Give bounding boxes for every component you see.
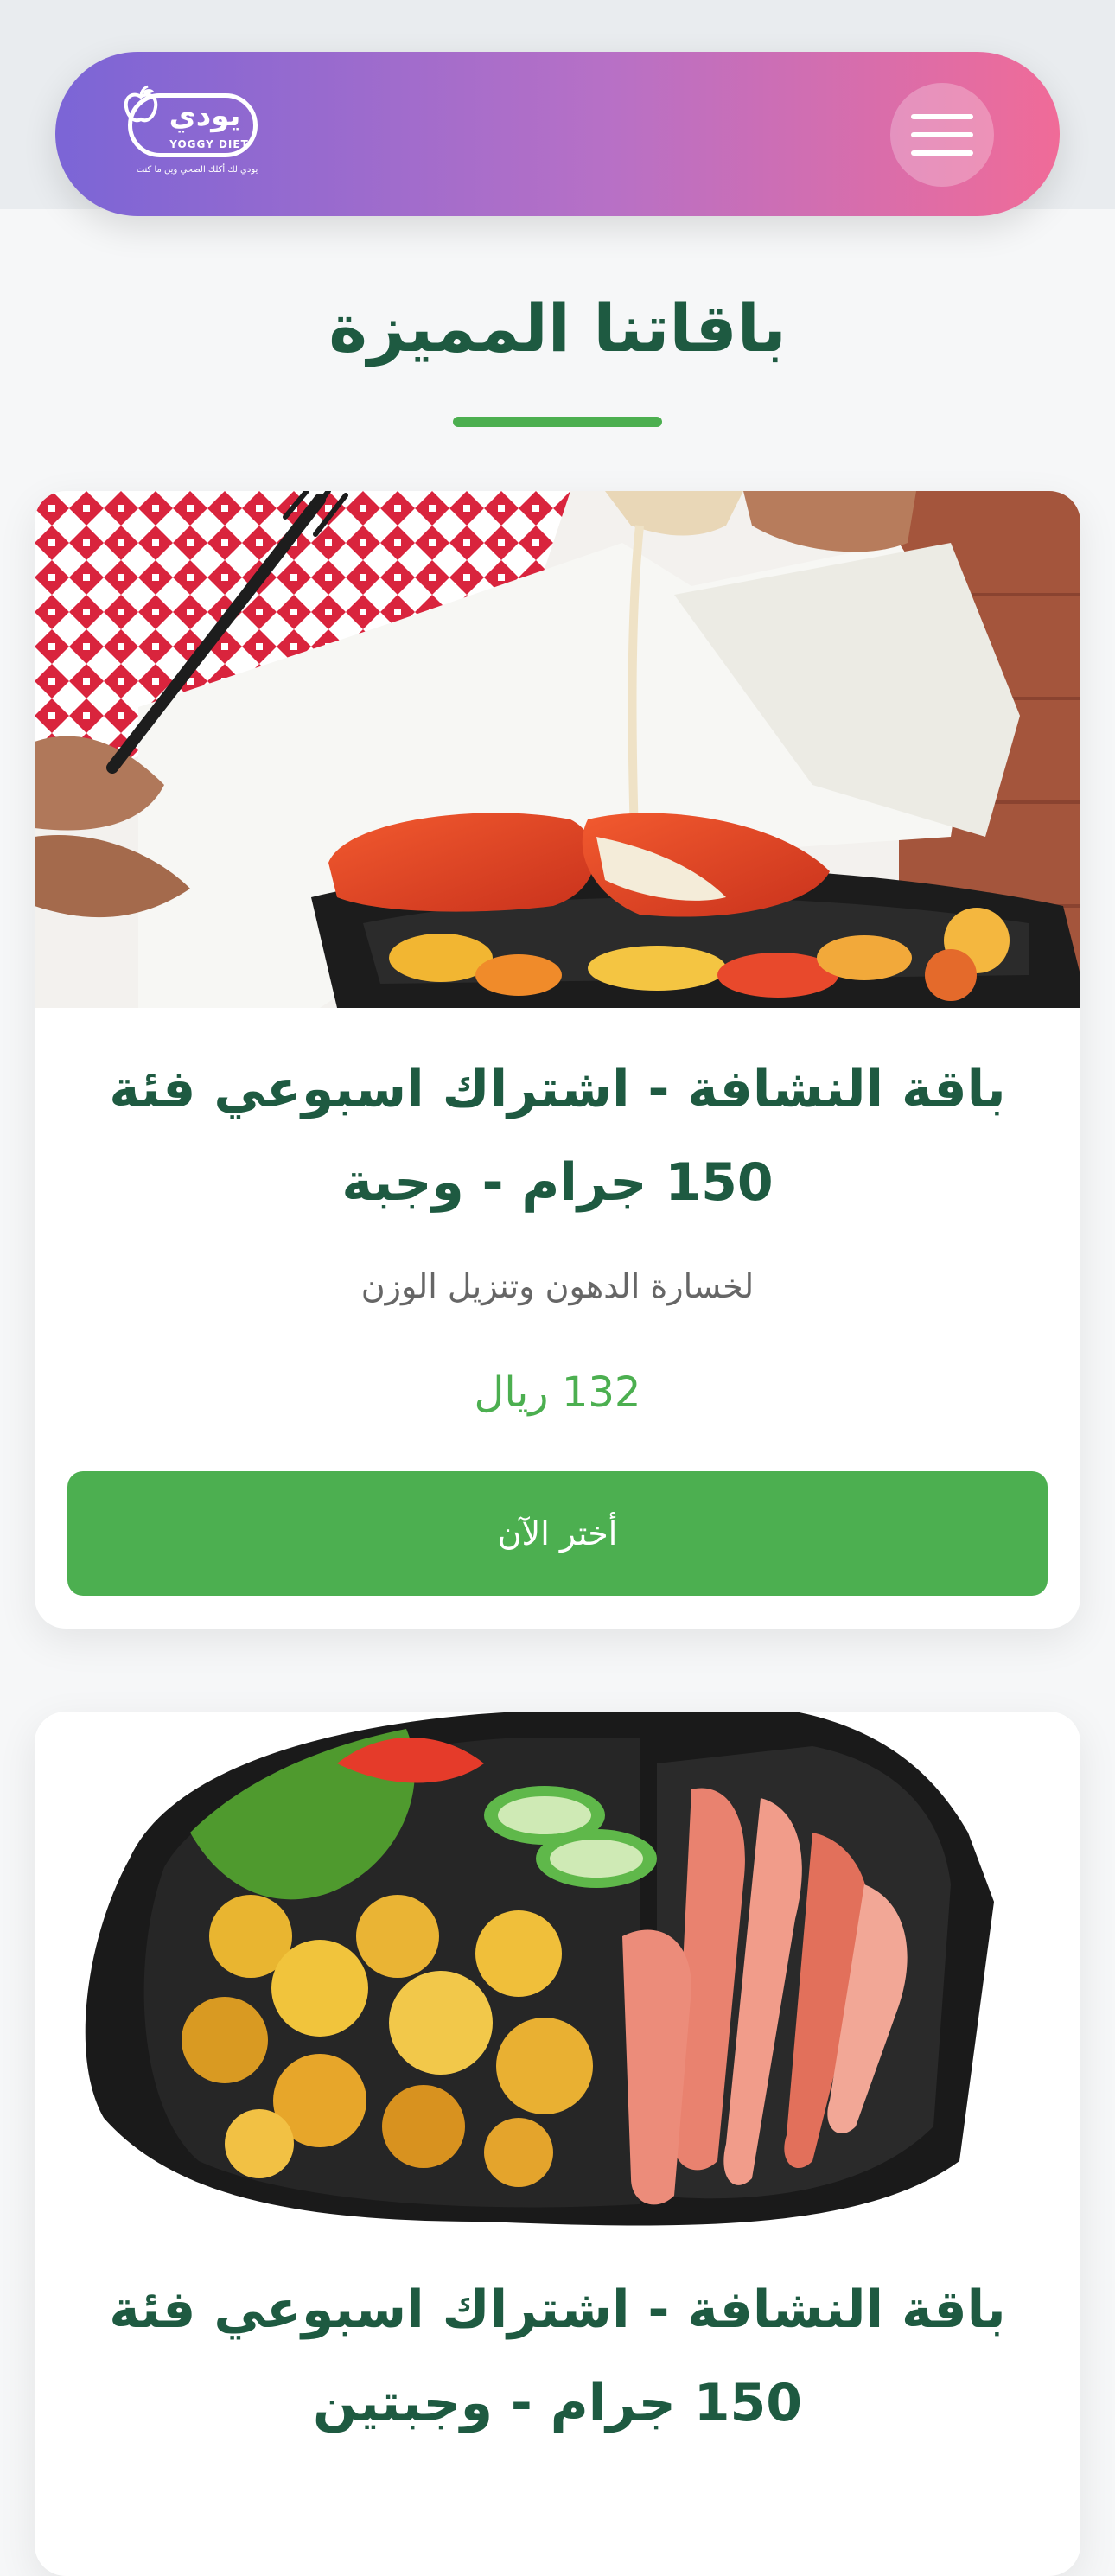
- logo-brand-english: YOGGY DIET: [169, 138, 249, 150]
- package-card: باقة النشافة - اشتراك اسبوعي فئة 150 جرا…: [35, 491, 1080, 1629]
- package-image: [35, 491, 1080, 1008]
- apple-icon: [124, 85, 158, 123]
- title-underline: [453, 417, 662, 427]
- site-logo[interactable]: يودي YOGGY DIET يودي لك أكلك الصحي وين م…: [119, 85, 275, 187]
- package-card: باقة النشافة - اشتراك اسبوعي فئة 150 جرا…: [35, 1712, 1080, 2576]
- package-description: لخسارة الدهون وتنزيل الوزن: [360, 1267, 755, 1305]
- logo-brand-arabic: يودي: [169, 99, 241, 133]
- package-image: [35, 1712, 1080, 2228]
- menu-toggle-button[interactable]: [890, 83, 994, 187]
- logo-tagline: يودي لك أكلك الصحي وين ما كنت: [136, 165, 258, 175]
- choose-package-button[interactable]: أختر الآن: [67, 1471, 1048, 1596]
- package-title: باقة النشافة - اشتراك اسبوعي فئة 150 جرا…: [109, 2280, 1006, 2433]
- package-price: 132 ريال: [474, 1368, 641, 1417]
- section-title: باقاتنا المميزة: [328, 290, 787, 367]
- package-title: باقة النشافة - اشتراك اسبوعي فئة 150 جرا…: [109, 1059, 1006, 1213]
- navbar: يودي YOGGY DIET يودي لك أكلك الصحي وين م…: [55, 52, 1060, 216]
